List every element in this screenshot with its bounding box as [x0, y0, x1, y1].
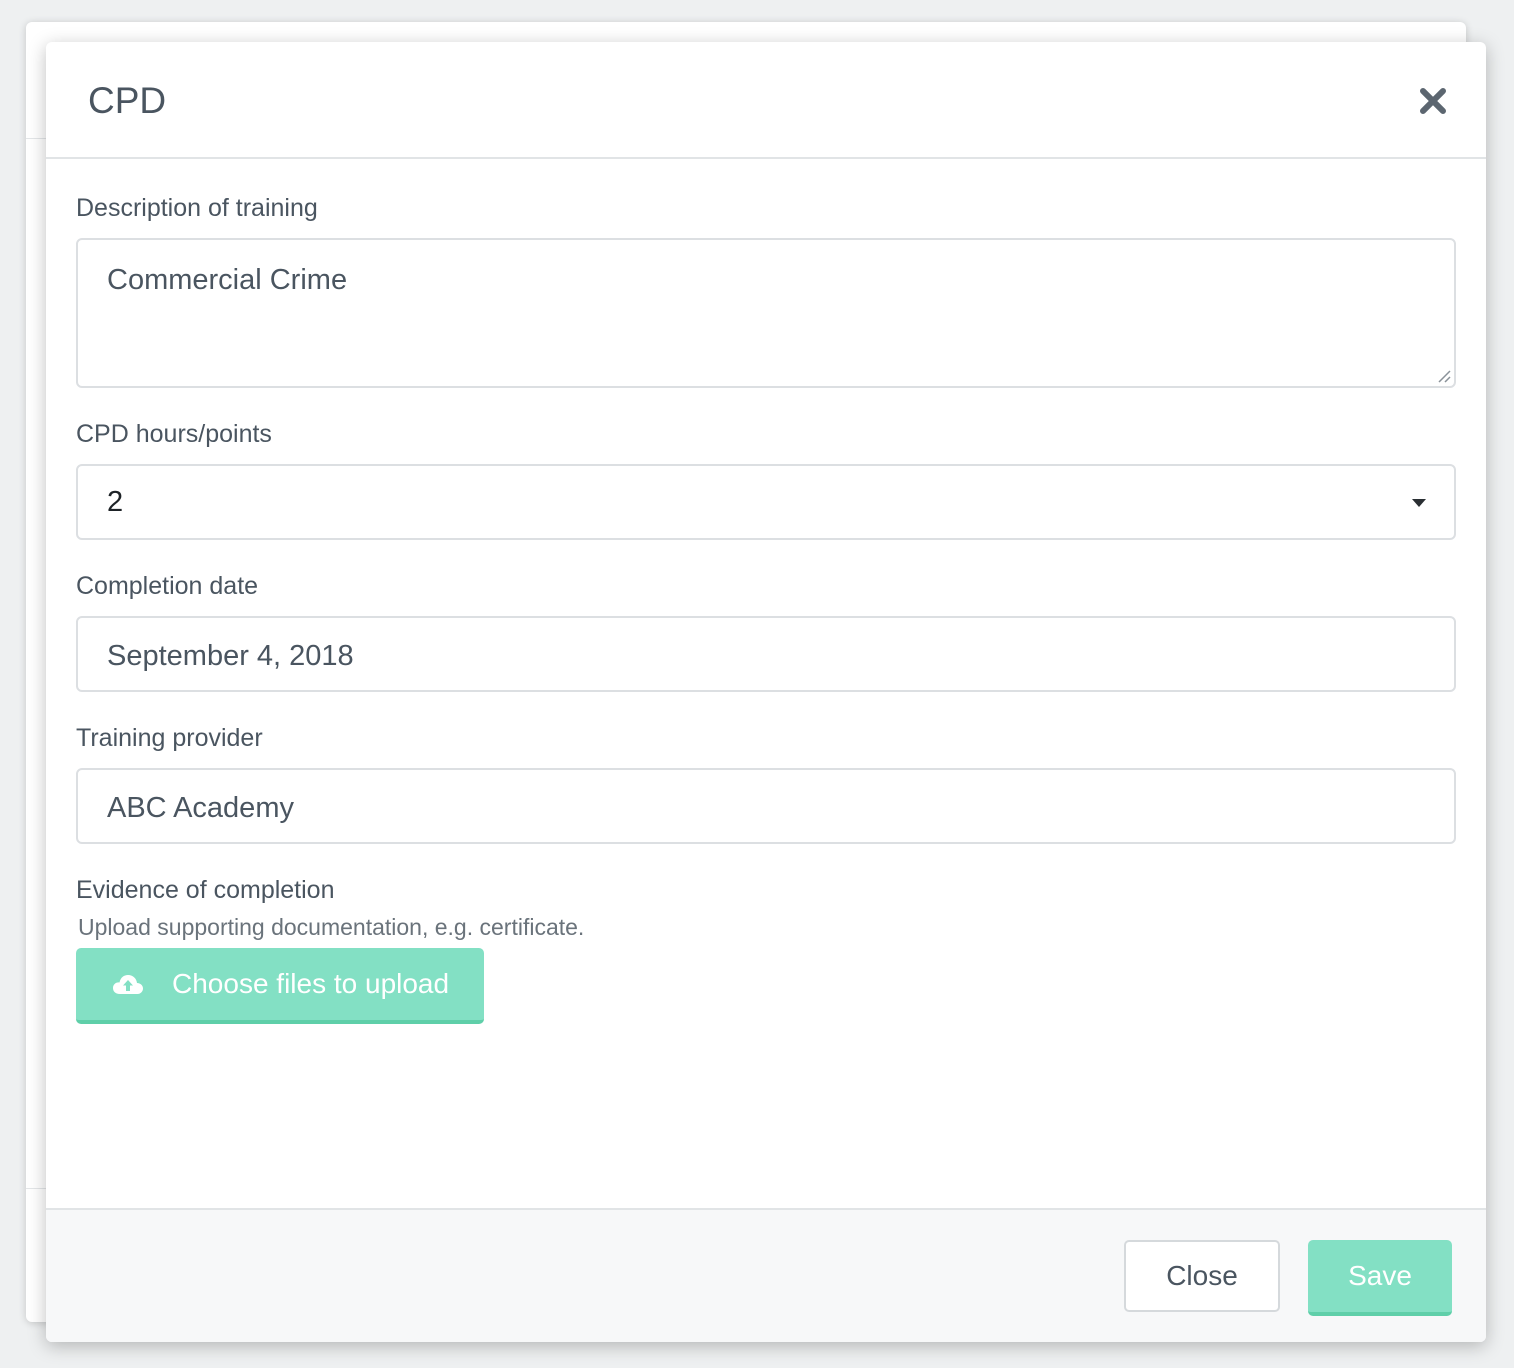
completion-date-label: Completion date	[76, 572, 259, 600]
resize-handle-icon[interactable]	[1435, 367, 1451, 383]
evidence-label: Evidence of completion	[76, 876, 335, 904]
training-provider-value: ABC Academy	[107, 792, 294, 824]
chevron-down-icon	[1412, 499, 1426, 507]
save-button[interactable]: Save	[1308, 1240, 1452, 1316]
evidence-helper-text: Upload supporting documentation, e.g. ce…	[78, 914, 585, 940]
cpd-hours-select[interactable]: 2	[76, 464, 1456, 540]
upload-files-label: Choose files to upload	[172, 968, 450, 999]
close-icon[interactable]	[1414, 82, 1452, 120]
description-value: Commercial Crime	[107, 264, 348, 296]
close-button[interactable]: Close	[1124, 1240, 1280, 1312]
cloud-upload-icon	[113, 975, 143, 994]
description-textarea[interactable]: Commercial Crime	[76, 238, 1456, 388]
upload-files-button[interactable]: Choose files to upload	[76, 948, 484, 1024]
cpd-hours-label: CPD hours/points	[76, 420, 272, 448]
modal-header: CPD	[46, 42, 1486, 159]
completion-date-value: September 4, 2018	[107, 640, 354, 672]
description-label: Description of training	[76, 194, 318, 222]
modal-footer: Close Save	[46, 1208, 1486, 1342]
completion-date-input[interactable]: September 4, 2018	[76, 616, 1456, 692]
cpd-hours-value: 2	[107, 486, 124, 518]
modal-title: CPD	[88, 80, 167, 121]
cpd-modal: CPD Description of training Commercial C…	[46, 42, 1486, 1342]
training-provider-input[interactable]: ABC Academy	[76, 768, 1456, 844]
training-provider-label: Training provider	[76, 724, 263, 752]
